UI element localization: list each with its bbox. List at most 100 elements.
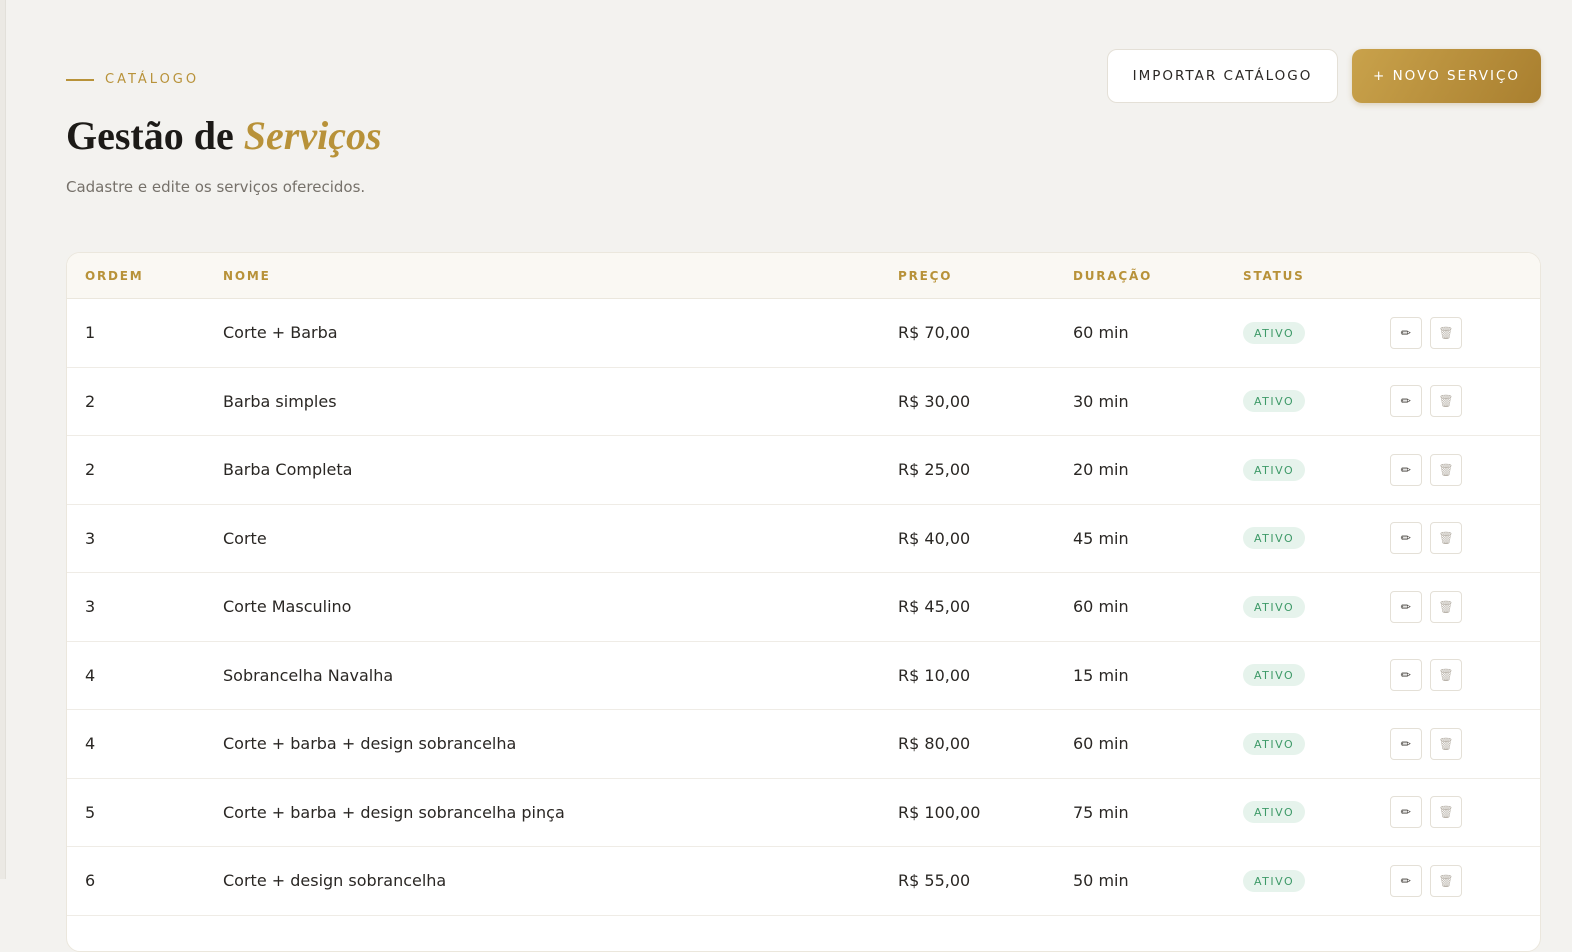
trash-icon: 🗑 (1438, 462, 1454, 477)
row-name: Sobrancelha Navalha (223, 665, 394, 685)
row-name: Corte Masculino (223, 597, 352, 617)
trash-icon: 🗑 (1438, 531, 1454, 546)
row-actions: ✎ 🗑 (1390, 847, 1462, 915)
row-order: 4 (85, 734, 96, 754)
row-price: R$ 100,00 (898, 802, 981, 822)
eyebrow: CATÁLOGO (66, 72, 199, 87)
status-badge: ATIVO (1243, 527, 1306, 550)
table-row: 1 Corte + Barba R$ 70,00 60 min ATIVO ✎ 🗑 (67, 299, 1540, 368)
delete-button[interactable]: 🗑 (1430, 590, 1462, 623)
trash-icon: 🗑 (1438, 736, 1454, 751)
eyebrow-line (66, 78, 94, 81)
page-title: Gestão de Serviços (66, 112, 382, 159)
row-order: 4 (85, 665, 96, 685)
pencil-icon: ✎ (1397, 598, 1415, 616)
edit-button[interactable]: ✎ (1390, 727, 1422, 760)
row-status: ATIVO (1243, 710, 1306, 778)
row-name: Corte + barba + design sobrancelha pinça (223, 802, 565, 822)
edit-button[interactable]: ✎ (1390, 796, 1422, 829)
row-status: ATIVO (1243, 436, 1306, 504)
row-price: R$ 45,00 (898, 597, 971, 617)
table-row: 2 Barba simples R$ 30,00 30 min ATIVO ✎ 🗑 (67, 368, 1540, 436)
column-header-status: STATUS (1243, 269, 1305, 283)
new-service-button[interactable]: + NOVO SERVIÇO (1352, 49, 1541, 103)
row-status: ATIVO (1243, 505, 1306, 573)
table-row: 3 Corte R$ 40,00 45 min ATIVO ✎ 🗑 (67, 505, 1540, 573)
pencil-icon: ✎ (1397, 529, 1415, 547)
delete-button[interactable]: 🗑 (1430, 453, 1462, 486)
status-badge: ATIVO (1243, 869, 1306, 892)
row-status: ATIVO (1243, 642, 1306, 710)
status-badge: ATIVO (1243, 801, 1306, 824)
table-body: 1 Corte + Barba R$ 70,00 60 min ATIVO ✎ 🗑 2 Barb… (67, 299, 1540, 916)
delete-button[interactable]: 🗑 (1430, 727, 1462, 760)
page-subtitle: Cadastre e edite os serviços oferecidos. (66, 178, 366, 196)
edit-button[interactable]: ✎ (1390, 864, 1422, 897)
row-name: Barba simples (223, 391, 337, 411)
edit-button[interactable]: ✎ (1390, 385, 1422, 418)
row-actions: ✎ 🗑 (1390, 299, 1462, 367)
trash-icon: 🗑 (1438, 394, 1454, 409)
column-header-name: NOME (223, 269, 271, 283)
trash-icon: 🗑 (1438, 805, 1454, 820)
page-title-accent: Serviços (243, 113, 382, 158)
services-table: ORDEM NOME PREÇO DURAÇÃO STATUS 1 Corte +… (66, 252, 1541, 952)
edit-button[interactable]: ✎ (1390, 659, 1422, 692)
row-actions: ✎ 🗑 (1390, 642, 1462, 710)
import-catalog-button[interactable]: IMPORTAR CATÁLOGO (1107, 49, 1338, 103)
row-duration: 15 min (1073, 665, 1129, 685)
row-order: 1 (85, 323, 96, 343)
table-row: 6 Corte + design sobrancelha R$ 55,00 50 mi… (67, 847, 1540, 916)
row-name: Barba Completa (223, 460, 353, 480)
table-row: 3 Corte Masculino R$ 45,00 60 min ATIVO ✎ 🗑 (67, 573, 1540, 642)
edit-button[interactable]: ✎ (1390, 453, 1422, 486)
edit-button[interactable]: ✎ (1390, 590, 1422, 623)
row-name: Corte + Barba (223, 323, 338, 343)
delete-button[interactable]: 🗑 (1430, 385, 1462, 418)
row-duration: 60 min (1073, 597, 1129, 617)
status-badge: ATIVO (1243, 595, 1306, 618)
delete-button[interactable]: 🗑 (1430, 864, 1462, 897)
column-header-duration: DURAÇÃO (1073, 269, 1153, 283)
delete-button[interactable]: 🗑 (1430, 796, 1462, 829)
status-badge: ATIVO (1243, 664, 1306, 687)
edit-button[interactable]: ✎ (1390, 522, 1422, 555)
eyebrow-label: CATÁLOGO (105, 72, 200, 87)
row-price: R$ 30,00 (898, 391, 971, 411)
edit-button[interactable]: ✎ (1390, 316, 1422, 349)
delete-button[interactable]: 🗑 (1430, 522, 1462, 555)
pencil-icon: ✎ (1397, 735, 1415, 753)
row-status: ATIVO (1243, 847, 1306, 915)
row-status: ATIVO (1243, 299, 1306, 367)
row-duration: 30 min (1073, 391, 1129, 411)
row-status: ATIVO (1243, 368, 1306, 436)
row-price: R$ 40,00 (898, 528, 971, 548)
status-badge: ATIVO (1243, 732, 1306, 755)
row-status: ATIVO (1243, 573, 1306, 641)
row-actions: ✎ 🗑 (1390, 368, 1462, 436)
delete-button[interactable]: 🗑 (1430, 316, 1462, 349)
delete-button[interactable]: 🗑 (1430, 659, 1462, 692)
trash-icon: 🗑 (1438, 599, 1454, 614)
table-row: 5 Corte + barba + design sobrancelha pinç… (67, 779, 1540, 847)
row-duration: 75 min (1073, 802, 1129, 822)
row-name: Corte (223, 528, 267, 548)
row-order: 6 (85, 871, 96, 891)
pencil-icon: ✎ (1397, 392, 1415, 410)
trash-icon: 🗑 (1438, 873, 1454, 888)
sidebar-edge (0, 0, 6, 879)
row-duration: 50 min (1073, 871, 1129, 891)
pencil-icon: ✎ (1397, 872, 1415, 890)
status-badge: ATIVO (1243, 321, 1306, 344)
column-header-price: PREÇO (898, 269, 953, 283)
trash-icon: 🗑 (1438, 668, 1454, 683)
column-header-order: ORDEM (85, 269, 144, 283)
table-header: ORDEM NOME PREÇO DURAÇÃO STATUS (67, 253, 1540, 299)
page-title-main: Gestão de (66, 113, 244, 158)
row-order: 2 (85, 460, 96, 480)
row-duration: 20 min (1073, 460, 1129, 480)
row-price: R$ 80,00 (898, 734, 971, 754)
row-actions: ✎ 🗑 (1390, 436, 1462, 504)
row-name: Corte + barba + design sobrancelha (223, 734, 517, 754)
row-duration: 45 min (1073, 528, 1129, 548)
